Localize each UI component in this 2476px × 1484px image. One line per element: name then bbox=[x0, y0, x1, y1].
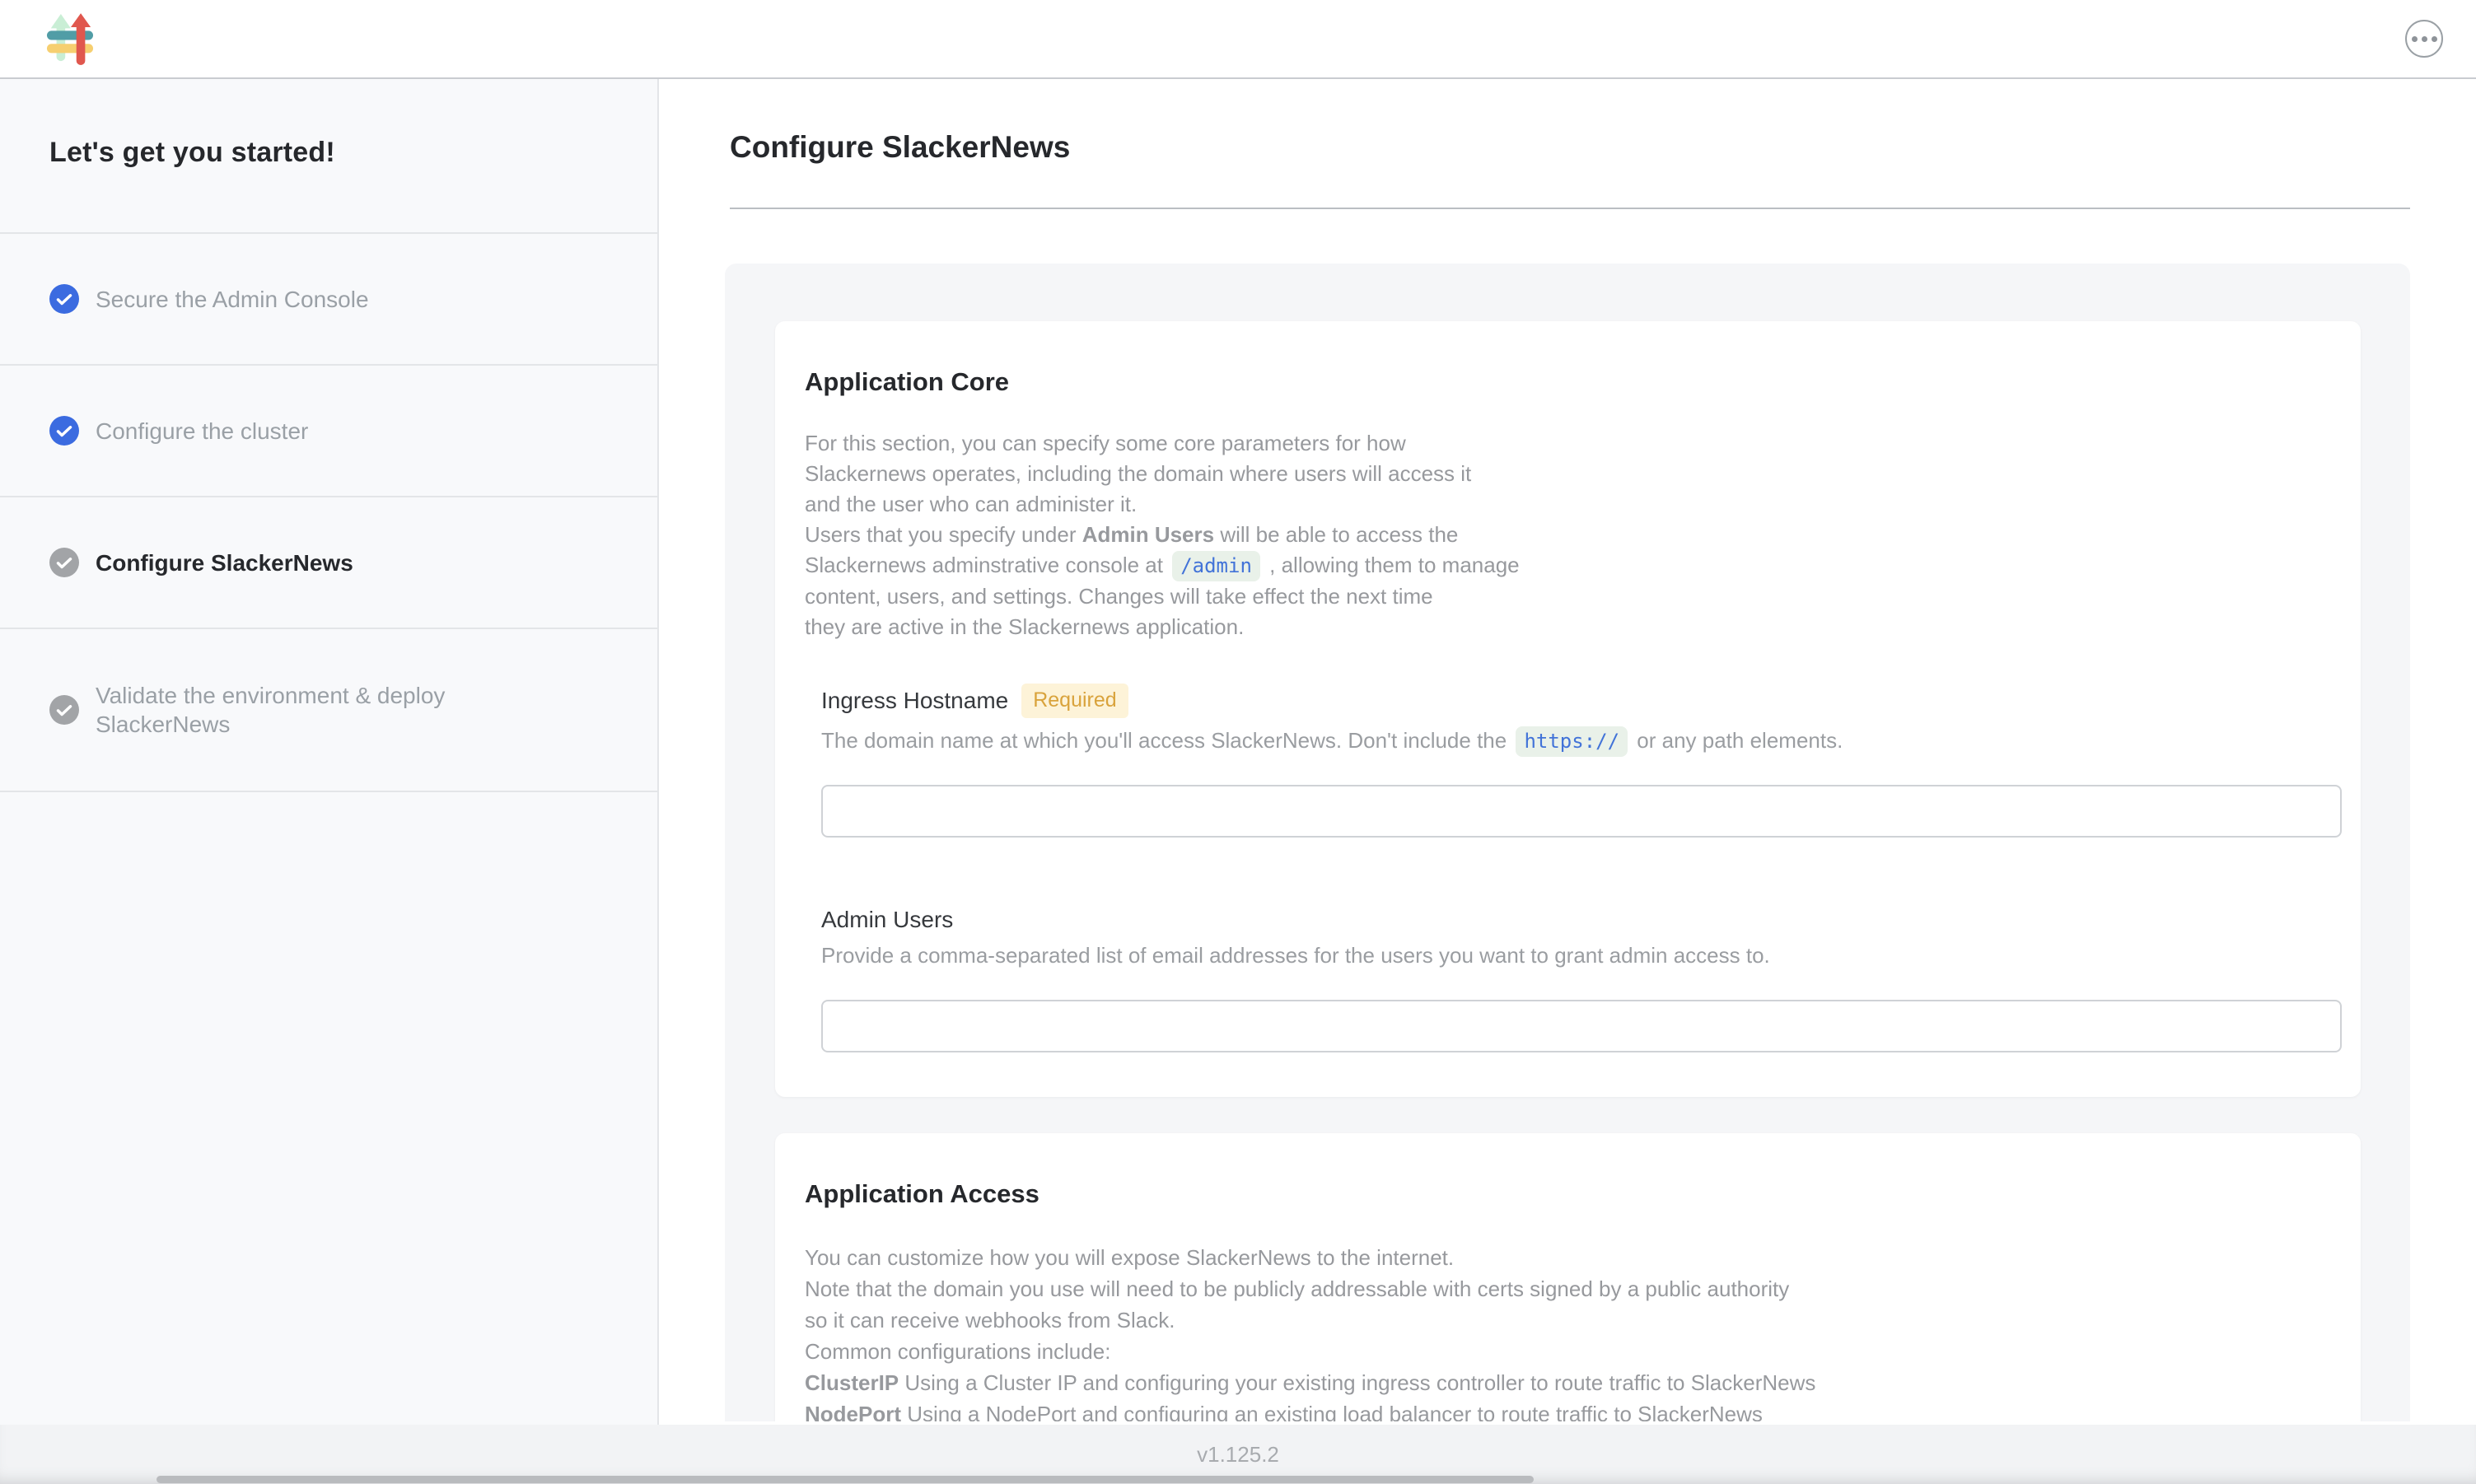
text-line: Users that you specify under Admin Users… bbox=[805, 520, 2324, 550]
core-fields: Ingress Hostname Required The domain nam… bbox=[821, 684, 2324, 1052]
sidebar-heading-block: Let's get you started! bbox=[0, 79, 657, 234]
text-line: Provide a comma-separated list of email … bbox=[821, 943, 2324, 973]
field-ingress-hostname: Ingress Hostname Required The domain nam… bbox=[821, 684, 2324, 838]
setup-steps-sidebar: Let's get you started! Secure the Admin … bbox=[0, 79, 659, 1425]
sidebar-step-3[interactable]: Configure SlackerNews bbox=[0, 497, 657, 629]
check-icon bbox=[49, 416, 79, 446]
setup-wizard-page: Let's get you started! Secure the Admin … bbox=[0, 0, 2476, 1425]
main-content: Configure SlackerNews Application Core F… bbox=[659, 79, 2476, 1425]
text-line: You can customize how you will expose Sl… bbox=[805, 1242, 2324, 1273]
text-line: Note that the domain you use will need t… bbox=[805, 1273, 2324, 1304]
setup-steps-list: Secure the Admin Console Configure the cl… bbox=[0, 234, 657, 792]
field-label: Admin Users bbox=[821, 907, 953, 933]
text-line: they are active in the Slackernews appli… bbox=[805, 612, 2324, 642]
card-title: Application Access bbox=[805, 1179, 2324, 1209]
ellipsis-icon bbox=[2412, 36, 2437, 42]
sidebar-heading: Let's get you started! bbox=[49, 137, 608, 169]
text-line: Slackernews adminstrative console at /ad… bbox=[805, 550, 2324, 581]
sidebar-step-4[interactable]: Validate the environment & deploy Slacke… bbox=[0, 629, 657, 792]
step-label: Configure SlackerNews bbox=[96, 548, 353, 577]
overflow-menu-button[interactable] bbox=[2405, 20, 2443, 58]
application-access-card: Application Access You can customize how… bbox=[775, 1133, 2361, 1421]
check-icon bbox=[49, 695, 79, 725]
text-line: content, users, and settings. Changes wi… bbox=[805, 581, 2324, 612]
horizontal-scrollbar-thumb[interactable] bbox=[157, 1476, 1534, 1483]
field-admin-users: Admin Users Provide a comma-separated li… bbox=[821, 907, 2324, 1052]
version-label: v1.125.2 bbox=[1197, 1442, 1279, 1468]
card-title: Application Core bbox=[805, 367, 2324, 397]
code-snippet: /admin bbox=[1172, 551, 1260, 581]
step-label: Validate the environment & deploy Slacke… bbox=[96, 681, 544, 739]
text-line: For this section, you can specify some c… bbox=[805, 428, 2324, 459]
code-snippet: https:// bbox=[1516, 726, 1628, 757]
field-help: The domain name at which you'll access S… bbox=[821, 728, 2324, 758]
text-line: The domain name at which you'll access S… bbox=[821, 728, 2324, 758]
check-icon bbox=[49, 284, 79, 314]
admin-users-input[interactable] bbox=[821, 1000, 2342, 1052]
application-core-card: Application Core For this section, you c… bbox=[775, 321, 2361, 1097]
sidebar-step-2[interactable]: Configure the cluster bbox=[0, 366, 657, 497]
required-badge: Required bbox=[1021, 684, 1128, 718]
text-line: so it can receive webhooks from Slack. bbox=[805, 1304, 2324, 1336]
card-description: For this section, you can specify some c… bbox=[805, 428, 2324, 642]
text-line: Common configurations include: bbox=[805, 1336, 2324, 1367]
step-label: Secure the Admin Console bbox=[96, 285, 369, 314]
card-description: You can customize how you will expose Sl… bbox=[805, 1242, 2324, 1421]
text-line: Slackernews operates, including the doma… bbox=[805, 459, 2324, 489]
text-line: and the user who can administer it. bbox=[805, 489, 2324, 520]
topbar bbox=[0, 0, 2476, 79]
text-line: ClusterIP Using a Cluster IP and configu… bbox=[805, 1367, 2324, 1398]
field-help: Provide a comma-separated list of email … bbox=[821, 943, 2324, 973]
sidebar-step-1[interactable]: Secure the Admin Console bbox=[0, 234, 657, 366]
title-divider bbox=[730, 208, 2410, 209]
page-title: Configure SlackerNews bbox=[730, 130, 2476, 165]
text-line: NodePort Using a NodePort and configurin… bbox=[805, 1398, 2324, 1421]
config-panel: Application Core For this section, you c… bbox=[725, 264, 2410, 1421]
check-icon bbox=[49, 548, 79, 577]
step-label: Configure the cluster bbox=[96, 417, 308, 446]
ingress-hostname-input[interactable] bbox=[821, 785, 2342, 838]
slackernews-logo bbox=[46, 12, 94, 65]
field-label: Ingress Hostname bbox=[821, 688, 1008, 714]
